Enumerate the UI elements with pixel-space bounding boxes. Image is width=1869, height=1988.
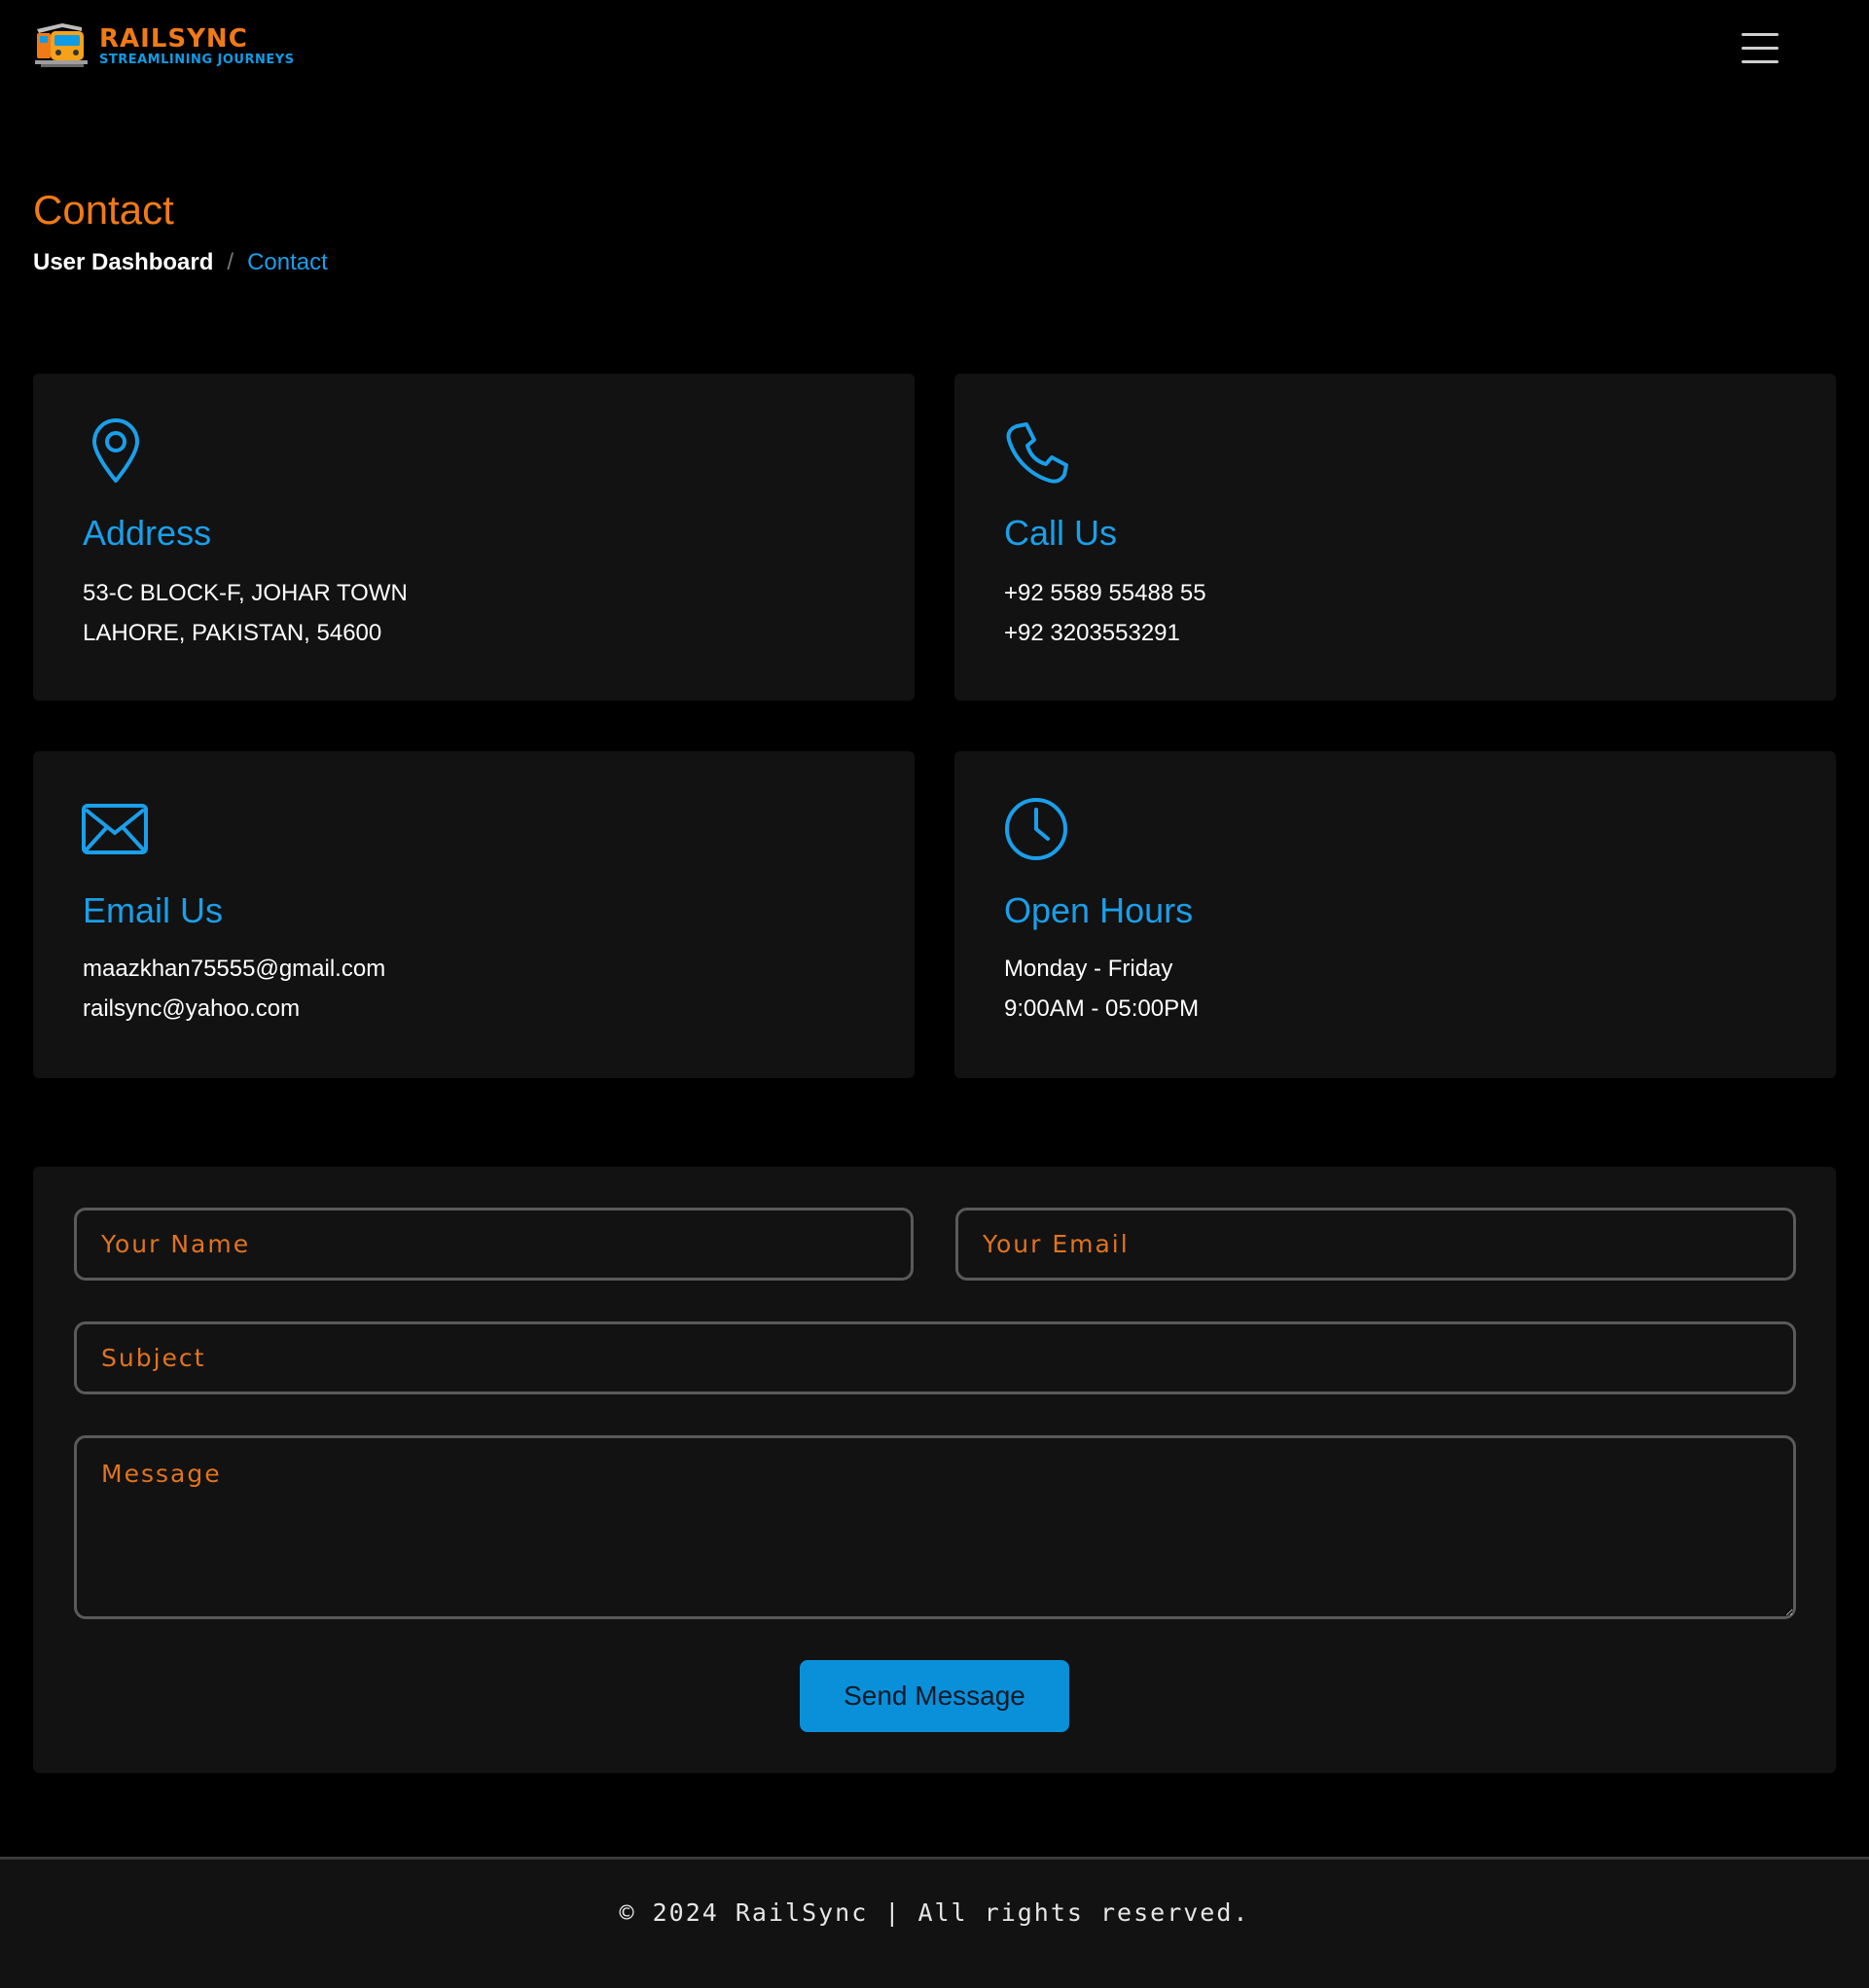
email-card: Email Us maazkhan75555@gmail.com railsyn… [33, 751, 915, 1078]
address-line-2: LAHORE, PAKISTAN, 54600 [83, 620, 382, 646]
top-header: RAILSYNC STREAMLINING JOURNEYS [0, 0, 1869, 97]
send-message-button[interactable]: Send Message [800, 1660, 1069, 1732]
email-address-1[interactable]: maazkhan75555@gmail.com [83, 954, 385, 985]
name-input[interactable] [74, 1208, 914, 1281]
page-title: Contact [33, 187, 174, 233]
open-hours-title: Open Hours [1004, 890, 1194, 930]
breadcrumb-home-link[interactable]: User Dashboard [33, 247, 213, 278]
open-hours-time: 9:00AM - 05:00PM [1004, 995, 1200, 1022]
phone-icon [1006, 422, 1068, 484]
footer-copyright: © 2024 RailSync | All rights reserved. [619, 1898, 1250, 1927]
address-title: Address [83, 513, 212, 553]
address-line-1: 53-C BLOCK-F, JOHAR TOWN [83, 580, 408, 606]
envelope-icon [82, 804, 148, 854]
open-hours-days: Monday - Friday [1004, 956, 1173, 982]
breadcrumb-separator: / [227, 249, 234, 275]
email-address-2[interactable]: railsync@yahoo.com [83, 994, 300, 1025]
breadcrumb: User Dashboard / Contact [33, 247, 328, 278]
train-logo-icon [35, 23, 88, 67]
call-card: Call Us +92 5589 55488 55 +92 3203553291 [954, 374, 1836, 701]
breadcrumb-current: Contact [247, 249, 328, 275]
clock-icon [1005, 798, 1067, 860]
hamburger-menu-icon[interactable] [1740, 29, 1782, 68]
subject-input[interactable] [74, 1321, 1796, 1394]
call-title: Call Us [1004, 513, 1118, 553]
brand-tagline: STREAMLINING JOURNEYS [99, 53, 295, 67]
email-title: Email Us [83, 890, 224, 930]
brand-name: RAILSYNC [99, 24, 248, 54]
phone-number-2[interactable]: +92 3203553291 [1004, 618, 1180, 649]
phone-number-1[interactable]: +92 5589 55488 55 [1004, 578, 1206, 609]
email-input[interactable] [955, 1208, 1796, 1281]
message-textarea[interactable] [74, 1435, 1796, 1619]
contact-form: Send Message [33, 1167, 1836, 1773]
open-hours-card: Open Hours Monday - Friday 9:00AM - 05:0… [954, 751, 1836, 1078]
brand-logo[interactable]: RAILSYNC STREAMLINING JOURNEYS [33, 21, 295, 72]
map-pin-icon [92, 418, 139, 483]
footer: © 2024 RailSync | All rights reserved. [0, 1857, 1869, 1988]
address-card: Address 53-C BLOCK-F, JOHAR TOWN LAHORE,… [33, 374, 915, 701]
